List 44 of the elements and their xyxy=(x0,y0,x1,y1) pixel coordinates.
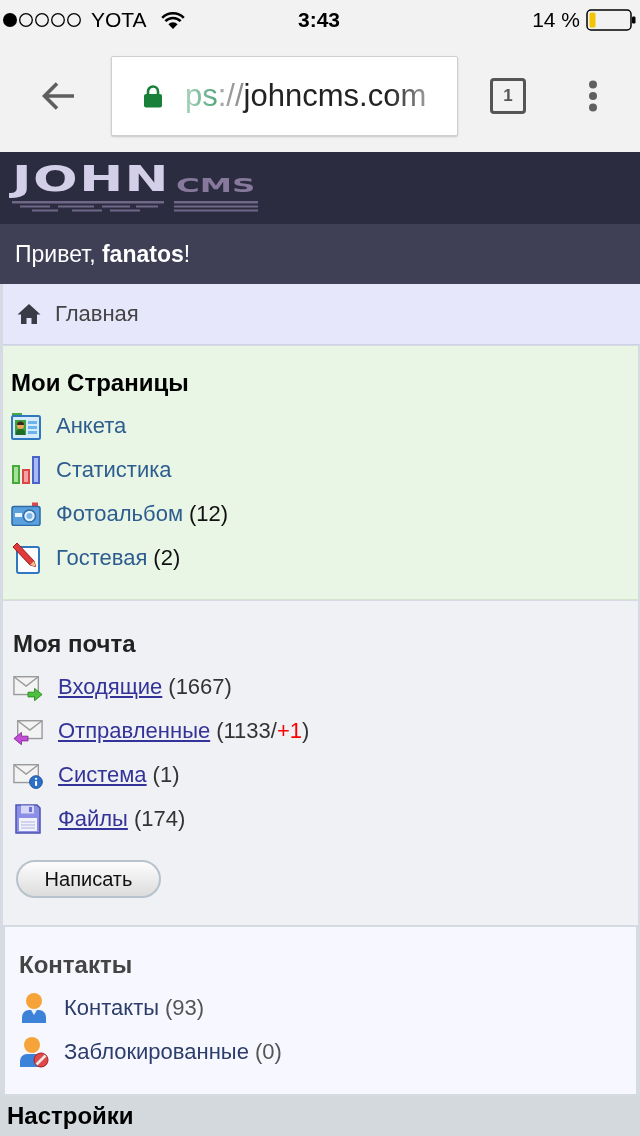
lock-icon xyxy=(143,84,163,108)
breadcrumb-link[interactable]: Главная xyxy=(55,301,139,327)
carrier-name: YOTA xyxy=(91,8,147,32)
clock-time: 3:43 xyxy=(298,8,340,32)
address-bar[interactable]: ps://johncms.com xyxy=(111,56,458,136)
greeting-text: Привет, fanatos! xyxy=(15,240,191,268)
compose-button[interactable]: Написать xyxy=(16,860,161,898)
menu-link[interactable]: Гостевая xyxy=(56,545,148,571)
menu-link[interactable]: Фотоальбом xyxy=(56,501,184,527)
count-text: (0) xyxy=(254,1039,282,1065)
signal-icon xyxy=(2,12,82,28)
battery-percentage: 14 % xyxy=(532,8,580,32)
count-text: (1) xyxy=(152,762,180,788)
menu-link[interactable]: Статистика xyxy=(56,457,172,483)
menu-link[interactable]: Отправленные xyxy=(58,718,211,744)
camera-icon xyxy=(11,502,41,526)
count-text: (174) xyxy=(133,806,186,832)
menu-link[interactable]: Контакты xyxy=(64,995,160,1021)
count-text: (1133/+1) xyxy=(216,718,310,744)
section-heading: Контакты xyxy=(19,950,134,980)
menu-link[interactable]: Система xyxy=(58,762,147,788)
home-icon xyxy=(17,303,41,325)
menu-link[interactable]: Файлы xyxy=(58,806,128,832)
count-text: (93) xyxy=(165,995,205,1021)
url-text: ps://johncms.com xyxy=(185,78,427,114)
more-options-icon[interactable] xyxy=(588,80,598,112)
wifi-icon xyxy=(160,11,185,29)
menu-link[interactable]: Анкета xyxy=(56,413,127,439)
count-text: (12) xyxy=(189,501,229,527)
battery-icon xyxy=(586,9,636,31)
section-heading: Настройки xyxy=(7,1102,135,1130)
count-text: (2) xyxy=(153,545,181,571)
count-text: (1667) xyxy=(168,674,232,700)
tab-switcher-button[interactable]: 1 xyxy=(490,78,526,114)
section-heading: Мои Страницы xyxy=(11,368,190,398)
logo-suffix: CMS xyxy=(176,173,256,197)
menu-link[interactable]: Заблокированные xyxy=(64,1039,249,1065)
section-heading: Моя почта xyxy=(13,629,137,659)
person-icon xyxy=(20,992,48,1024)
back-icon[interactable] xyxy=(40,80,76,112)
person-blocked-icon xyxy=(19,1036,49,1068)
menu-link[interactable]: Входящие xyxy=(58,674,163,700)
profile-card-icon xyxy=(11,412,41,440)
bar-chart-icon xyxy=(12,456,40,484)
